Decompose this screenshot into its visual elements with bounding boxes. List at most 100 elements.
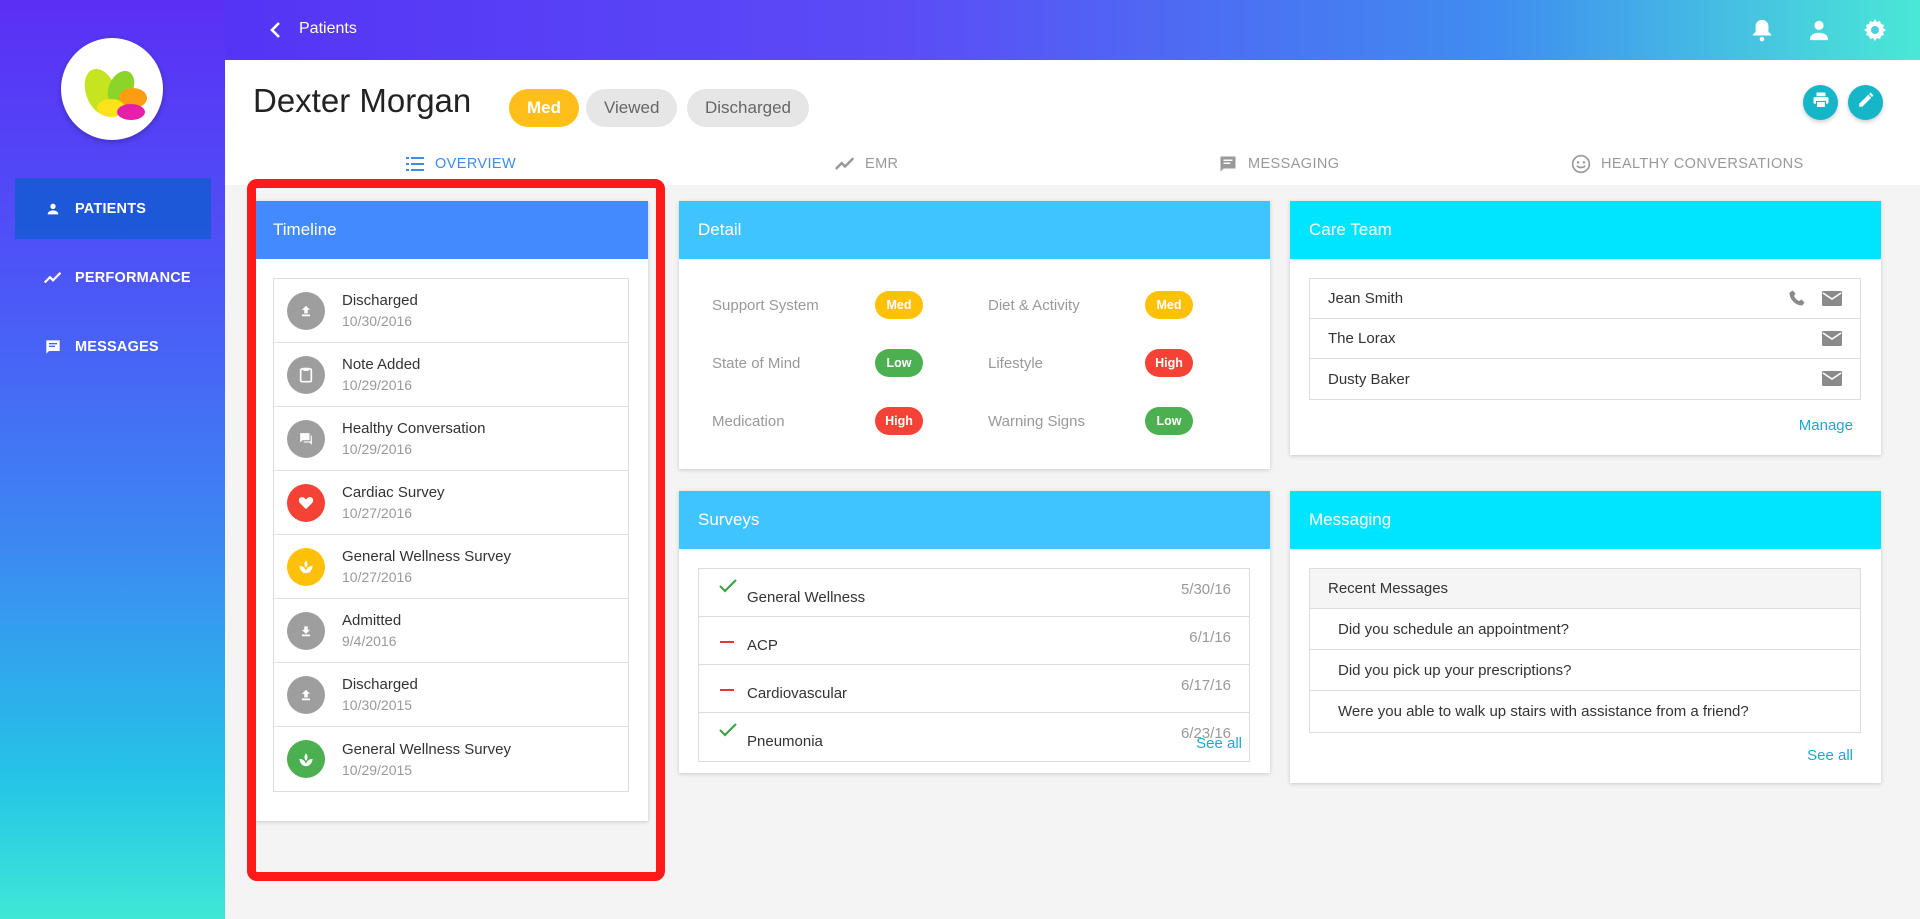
timeline-item[interactable]: General Wellness Survey 10/27/2016 <box>274 535 628 599</box>
survey-date: 6/1/16 <box>1189 629 1231 646</box>
recent-messages-label: Recent Messages <box>1328 580 1449 597</box>
tab-emr[interactable]: EMR <box>835 152 898 176</box>
print-icon <box>1812 91 1830 114</box>
trend-icon <box>43 268 63 288</box>
mail-icon[interactable] <box>1822 371 1842 391</box>
messaging-card: Messaging Recent Messages Did you schedu… <box>1290 491 1881 783</box>
detail-label: Diet & Activity <box>988 297 1080 314</box>
member-name: Dusty Baker <box>1328 370 1410 388</box>
download-icon <box>287 611 325 650</box>
list-icon <box>405 154 425 174</box>
user-icon[interactable] <box>1805 16 1833 44</box>
level-badge: High <box>1145 349 1193 377</box>
survey-row[interactable]: ACP 6/1/16 <box>699 617 1249 665</box>
phone-icon[interactable] <box>1788 289 1806 312</box>
timeline-item[interactable]: Discharged 10/30/2016 <box>274 279 628 343</box>
timeline-list: Discharged 10/30/2016 Note Added 10/29/2016… <box>273 278 629 792</box>
viewed-chip[interactable]: Viewed <box>586 89 678 127</box>
detail-label: Warning Signs <box>988 413 1085 430</box>
member-name: The Lorax <box>1328 330 1396 347</box>
tab-label: HEALTHY CONVERSATIONS <box>1601 156 1804 172</box>
message-item[interactable]: Were you able to walk up stairs with ass… <box>1310 691 1860 732</box>
level-badge: High <box>875 407 923 435</box>
timeline-item[interactable]: Cardiac Survey 10/27/2016 <box>274 471 628 535</box>
timeline-item-date: 9/4/2016 <box>342 633 397 649</box>
mail-icon[interactable] <box>1822 291 1842 311</box>
survey-date: 6/17/16 <box>1180 677 1231 694</box>
messages-list: Recent Messages Did you schedule an appo… <box>1309 568 1861 733</box>
smile-icon <box>1571 154 1591 174</box>
sidebar-item-messages[interactable]: MESSAGES <box>15 316 211 377</box>
bell-icon[interactable] <box>1748 16 1776 44</box>
recent-messages-header: Recent Messages <box>1310 569 1860 609</box>
detail-label: Support System <box>712 297 819 314</box>
tab-label: MESSAGING <box>1248 156 1340 172</box>
timeline-item[interactable]: General Wellness Survey 10/29/2015 <box>274 727 628 791</box>
timeline-item-title: Note Added <box>342 356 421 373</box>
timeline-title: Timeline <box>254 201 648 259</box>
survey-date: 5/30/16 <box>1180 581 1231 598</box>
timeline-item-date: 10/27/2016 <box>342 569 413 585</box>
sidebar-item-label: PATIENTS <box>75 200 147 217</box>
upload-icon <box>287 675 325 714</box>
sidebar-item-label: MESSAGES <box>75 338 159 355</box>
level-badge: Med <box>1145 291 1193 319</box>
timeline-item[interactable]: Admitted 9/4/2016 <box>274 599 628 663</box>
timeline-item-title: Admitted <box>342 612 402 629</box>
timeline-item-title: General Wellness Survey <box>342 548 511 565</box>
survey-name: Pneumonia <box>747 733 823 750</box>
spa-icon <box>287 547 325 586</box>
care-team-member: Dusty Baker <box>1310 359 1860 399</box>
detail-title: Detail <box>679 201 1270 259</box>
level-badge: Low <box>1145 407 1193 435</box>
upload-icon <box>287 291 325 330</box>
gear-icon[interactable] <box>1861 16 1889 44</box>
tab-healthy-conversations[interactable]: HEALTHY CONVERSATIONS <box>1571 152 1804 176</box>
timeline-item[interactable]: Discharged 10/30/2015 <box>274 663 628 727</box>
survey-row[interactable]: Pneumonia 6/23/16 <box>699 713 1249 761</box>
check-icon <box>719 579 737 598</box>
risk-chip[interactable]: Med <box>509 89 579 127</box>
chat-icon <box>287 419 325 458</box>
message-text: Did you pick up your prescriptions? <box>1338 661 1572 679</box>
care-team-card: Care Team Jean Smith The Lorax Dusty Baker… <box>1290 201 1881 455</box>
messages-see-all-link[interactable]: See all <box>1807 747 1853 764</box>
survey-row[interactable]: Cardiovascular 6/17/16 <box>699 665 1249 713</box>
trend-icon <box>835 154 855 174</box>
print-button[interactable] <box>1803 85 1838 120</box>
survey-row[interactable]: General Wellness 5/30/16 <box>699 569 1249 617</box>
timeline-item-title: Cardiac Survey <box>342 484 445 501</box>
timeline-item-date: 10/30/2016 <box>342 313 413 329</box>
timeline-item[interactable]: Healthy Conversation 10/29/2016 <box>274 407 628 471</box>
message-text: Did you schedule an appointment? <box>1338 620 1569 638</box>
mail-icon[interactable] <box>1822 331 1842 351</box>
care-team-list: Jean Smith The Lorax Dusty Baker <box>1309 278 1861 400</box>
surveys-see-all-link[interactable]: See all <box>1196 735 1242 752</box>
dash-icon <box>719 679 735 697</box>
edit-button[interactable] <box>1848 85 1883 120</box>
message-item[interactable]: Did you schedule an appointment? <box>1310 609 1860 650</box>
tab-messaging[interactable]: MESSAGING <box>1218 152 1339 176</box>
surveys-card: Surveys General Wellness 5/30/16 ACP 6/1/16… <box>679 491 1270 773</box>
timeline-item-title: Discharged <box>342 292 418 309</box>
care-team-member: Jean Smith <box>1310 279 1860 319</box>
discharged-chip[interactable]: Discharged <box>687 89 809 127</box>
care-team-title: Care Team <box>1290 201 1881 259</box>
app-logo[interactable] <box>61 38 163 140</box>
main-content: Dexter Morgan Med Viewed Discharged OVER… <box>225 60 1920 919</box>
sidebar-item-performance[interactable]: PERFORMANCE <box>15 247 211 308</box>
timeline-item[interactable]: Note Added 10/29/2016 <box>274 343 628 407</box>
tab-overview[interactable]: OVERVIEW <box>405 152 516 176</box>
back-arrow-icon[interactable] <box>263 18 287 42</box>
dash-icon <box>719 631 735 649</box>
sidebar-item-patients[interactable]: PATIENTS <box>15 178 211 239</box>
level-badge: Med <box>875 291 923 319</box>
manage-link[interactable]: Manage <box>1799 417 1853 434</box>
detail-card: Detail Support System Med State of Mind … <box>679 201 1270 469</box>
message-item[interactable]: Did you pick up your prescriptions? <box>1310 650 1860 691</box>
timeline-item-date: 10/27/2016 <box>342 505 413 521</box>
timeline-item-date: 10/29/2016 <box>342 441 413 457</box>
clipboard-icon <box>287 355 325 394</box>
sidebar: PATIENTS PERFORMANCE MESSAGES <box>0 0 225 919</box>
breadcrumb[interactable]: Patients <box>299 20 357 38</box>
